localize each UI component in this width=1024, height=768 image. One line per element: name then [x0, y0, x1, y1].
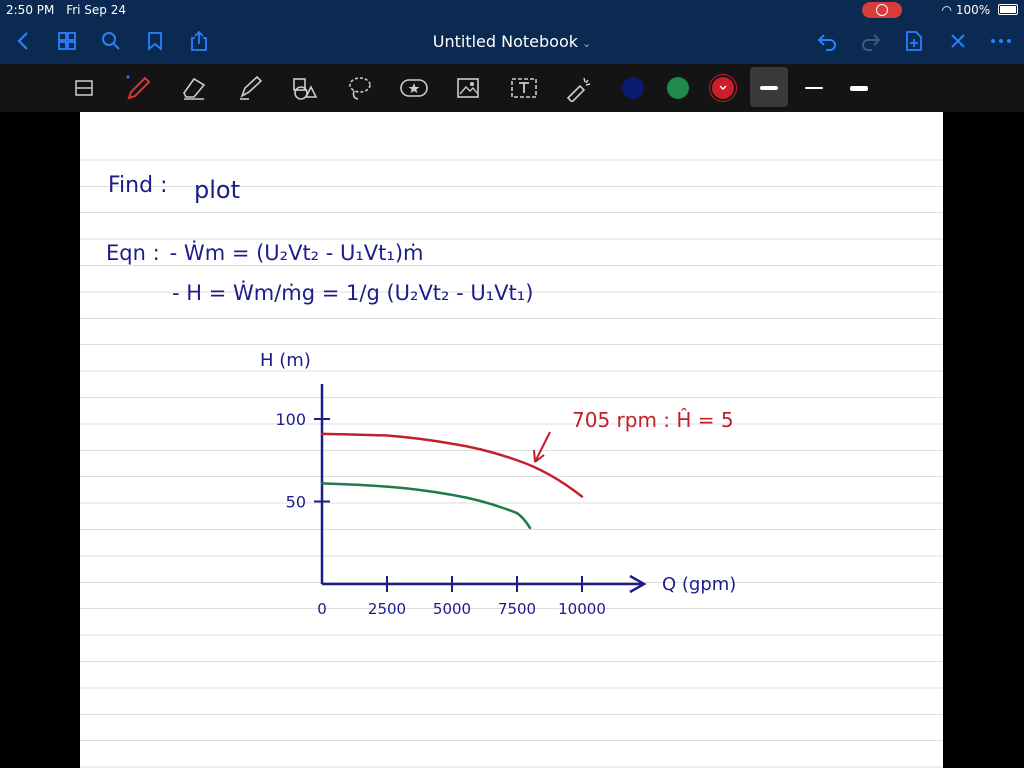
pump-curve-chart: 0 2500 5000 7500 10000 50 100 H (m) Q (gpm): [260, 350, 736, 618]
status-time: 2:50 PM: [6, 3, 55, 17]
y-axis-label: H (m): [260, 350, 311, 371]
stroke-weight-thin[interactable]: [805, 87, 823, 89]
y-tick-label: 50: [286, 493, 306, 512]
x-tick-label: 2500: [368, 600, 406, 618]
eqn-line-1-text: - Ẇm = (U₂Vt₂ - U₁Vt₁)ṁ: [170, 240, 424, 265]
eqn-label: Eqn :: [106, 241, 160, 265]
pen-icon[interactable]: [122, 72, 154, 104]
annotation-arrow: [533, 431, 551, 463]
find-label: Find :: [108, 173, 167, 198]
image-icon[interactable]: [452, 72, 484, 104]
eraser-icon[interactable]: [178, 72, 210, 104]
tool-bar: [0, 64, 1024, 112]
x-tick-label: 5000: [433, 600, 471, 618]
text-icon[interactable]: [508, 72, 540, 104]
notebook-title-text: Untitled Notebook: [432, 32, 579, 51]
y-tick-label: 100: [275, 410, 306, 429]
x-axis-label: Q (gpm): [662, 574, 736, 595]
x-tick-label: 0: [317, 600, 327, 618]
color-navy-swatch[interactable]: [622, 77, 644, 99]
screen-record-icon: [862, 2, 902, 18]
color-green-swatch[interactable]: [667, 77, 689, 99]
scan-icon[interactable]: [68, 72, 100, 104]
stroke-weight-thick[interactable]: [760, 86, 778, 90]
series-line-2: [320, 482, 532, 530]
battery-icon: [998, 4, 1018, 15]
eqn-line-2: - H = Ẇm/ṁg = 1/g (U₂Vt₂ - U₁Vt₁): [172, 280, 533, 305]
status-date: Fri Sep 24: [66, 3, 126, 17]
stroke-weight-heavy[interactable]: [850, 86, 868, 91]
curve-annotation: 705 rpm : Ĥ = 5: [572, 408, 734, 432]
redo-icon[interactable]: [856, 26, 886, 56]
more-icon[interactable]: [986, 26, 1016, 56]
x-tick-label: 7500: [498, 600, 536, 618]
x-tick-label: 10000: [558, 600, 606, 618]
find-value: plot: [194, 176, 240, 204]
shapes-icon[interactable]: [288, 72, 320, 104]
series-line-1: [320, 432, 584, 498]
highlighter-icon[interactable]: [234, 72, 266, 104]
status-bar: 2:50 PM Fri Sep 24 ◠ 100%: [0, 0, 1024, 20]
add-page-icon[interactable]: [899, 26, 929, 56]
battery-percent: 100%: [955, 3, 991, 17]
sticker-icon[interactable]: [398, 72, 430, 104]
laser-pointer-icon[interactable]: [562, 72, 594, 104]
close-icon[interactable]: [943, 26, 973, 56]
color-red-swatch-selected[interactable]: [712, 77, 734, 99]
handwritten-notes: Find : plot Eqn : - Ẇm = (U₂Vt₂ - U₁Vt₁)ṁ…: [106, 173, 736, 618]
nav-bar: Untitled Notebook ⌄: [0, 20, 1024, 64]
lasso-icon[interactable]: [344, 72, 376, 104]
undo-icon[interactable]: [812, 26, 842, 56]
eqn-line-1: Eqn : - Ẇm = (U₂Vt₂ - U₁Vt₁)ṁ: [106, 240, 423, 265]
wifi-icon: ◠: [941, 3, 953, 17]
notebook-page[interactable]: Find : plot Eqn : - Ẇm = (U₂Vt₂ - U₁Vt₁)ṁ…: [80, 112, 943, 768]
chevron-down-icon: ⌄: [582, 37, 592, 50]
